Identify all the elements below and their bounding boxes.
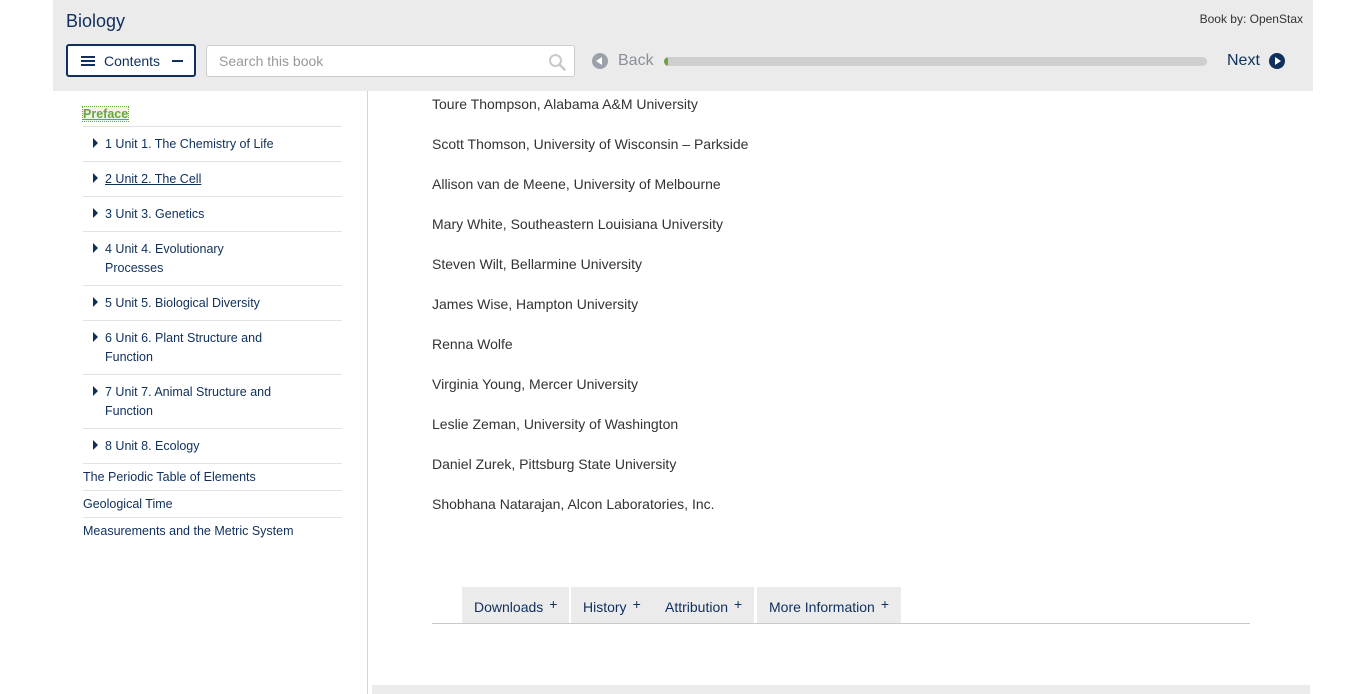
toc-item-unit-2[interactable]: 2 Unit 2. The Cell: [83, 162, 342, 197]
tab-history[interactable]: History +: [571, 587, 653, 623]
toc-item-unit-3[interactable]: 3 Unit 3. Genetics: [83, 197, 342, 232]
table-of-contents-panel: Preface 1 Unit 1. The Chemistry of Life …: [53, 91, 368, 694]
toc-item-label[interactable]: 5 Unit 5. Biological Diversity: [105, 296, 260, 310]
toc-item-label[interactable]: 8 Unit 8. Ecology: [105, 439, 200, 453]
tab-downloads[interactable]: Downloads +: [462, 587, 570, 623]
tab-label: History: [583, 599, 627, 615]
tab-attribution[interactable]: Attribution +: [653, 587, 755, 623]
tab-more-information[interactable]: More Information +: [757, 587, 902, 623]
tab-label: Downloads: [474, 599, 544, 615]
list-item: Shobhana Natarajan, Alcon Laboratories, …: [432, 496, 715, 512]
caret-right-icon[interactable]: [93, 297, 98, 307]
caret-right-icon[interactable]: [93, 173, 98, 183]
list-item: Scott Thomson, University of Wisconsin –…: [432, 136, 749, 152]
circle-arrow-left-icon: [592, 53, 608, 69]
toc-item-label[interactable]: 3 Unit 3. Genetics: [105, 207, 204, 221]
book-progress-fill: [664, 57, 669, 66]
search-box: [206, 45, 575, 77]
book-toolbar: Biology Book by: OpenStax Contents Back …: [53, 0, 1313, 91]
list-item: Mary White, Southeastern Louisiana Unive…: [432, 216, 724, 232]
next-button[interactable]: Next: [1227, 50, 1285, 72]
list-item: Steven Wilt, Bellarmine University: [432, 256, 643, 272]
book-author: Book by: OpenStax: [1199, 12, 1303, 26]
toc-item-unit-7[interactable]: 7 Unit 7. Animal Structure and Function: [83, 375, 342, 429]
tab-label: More Information: [769, 599, 875, 615]
toc-item-periodic-table[interactable]: The Periodic Table of Elements: [83, 464, 342, 491]
minus-icon: [172, 59, 184, 62]
search-icon[interactable]: [548, 53, 566, 71]
plus-icon: +: [632, 596, 641, 612]
toc-item-label[interactable]: 1 Unit 1. The Chemistry of Life: [105, 137, 274, 151]
caret-right-icon[interactable]: [93, 386, 98, 396]
toc-item-label[interactable]: Geological Time: [83, 497, 173, 511]
book-title[interactable]: Biology: [66, 11, 125, 32]
toc-item-label[interactable]: Measurements and the Metric System: [83, 524, 294, 538]
contents-toggle-button[interactable]: Contents: [66, 44, 196, 77]
toc-item-label[interactable]: 2 Unit 2. The Cell: [105, 172, 201, 186]
caret-right-icon[interactable]: [93, 243, 98, 253]
plus-icon: +: [734, 596, 743, 612]
contents-button-label: Contents: [104, 52, 161, 69]
plus-icon: +: [880, 596, 890, 612]
content-area: Toure Thompson, Alabama A&M University S…: [432, 91, 1332, 531]
book-progress-bar: [664, 57, 1207, 66]
toc-item-preface[interactable]: Preface: [81, 103, 342, 127]
caret-right-icon[interactable]: [93, 138, 98, 148]
table-of-contents: Preface 1 Unit 1. The Chemistry of Life …: [81, 103, 342, 544]
toc-item-label[interactable]: 4 Unit 4. Evolutionary Processes: [105, 242, 224, 275]
circle-arrow-right-icon: [1268, 53, 1285, 69]
list-icon: [81, 55, 95, 67]
page-footer-edge: [372, 685, 1310, 694]
list-item: James Wise, Hampton University: [432, 296, 639, 312]
search-input[interactable]: [207, 46, 537, 76]
toc-item-unit-6[interactable]: 6 Unit 6. Plant Structure and Function: [83, 321, 342, 375]
toc-item-label[interactable]: Preface: [81, 106, 130, 122]
list-item: Leslie Zeman, University of Washington: [432, 416, 679, 432]
toc-item-measurements[interactable]: Measurements and the Metric System: [83, 518, 342, 544]
list-item: Daniel Zurek, Pittsburg State University: [432, 456, 677, 472]
next-label: Next: [1227, 52, 1260, 69]
back-button[interactable]: Back: [592, 50, 654, 72]
caret-right-icon[interactable]: [93, 440, 98, 450]
list-item: Allison van de Meene, University of Melb…: [432, 176, 721, 192]
toc-item-unit-8[interactable]: 8 Unit 8. Ecology: [83, 429, 342, 464]
reviewer-list: Toure Thompson, Alabama A&M University S…: [432, 91, 1332, 531]
list-item: Renna Wolfe: [432, 336, 513, 352]
caret-right-icon[interactable]: [93, 208, 98, 218]
caret-right-icon[interactable]: [93, 332, 98, 342]
toc-item-unit-5[interactable]: 5 Unit 5. Biological Diversity: [83, 286, 342, 321]
toc-item-unit-4[interactable]: 4 Unit 4. Evolutionary Processes: [83, 232, 342, 286]
tab-label: Attribution: [665, 599, 729, 615]
plus-icon: +: [549, 596, 558, 612]
list-item: Virginia Young, Mercer University: [432, 376, 638, 392]
back-label: Back: [618, 52, 654, 69]
toc-item-geological-time[interactable]: Geological Time: [83, 491, 342, 518]
book-info-tabs: Downloads + History + Attribution + More In…: [432, 587, 1250, 624]
toc-item-label[interactable]: The Periodic Table of Elements: [83, 470, 256, 484]
toc-item-label[interactable]: 7 Unit 7. Animal Structure and Function: [105, 385, 271, 418]
toc-item-unit-1[interactable]: 1 Unit 1. The Chemistry of Life: [83, 127, 342, 162]
list-item: Toure Thompson, Alabama A&M University: [432, 96, 698, 112]
toc-item-label[interactable]: 6 Unit 6. Plant Structure and Function: [105, 331, 262, 364]
